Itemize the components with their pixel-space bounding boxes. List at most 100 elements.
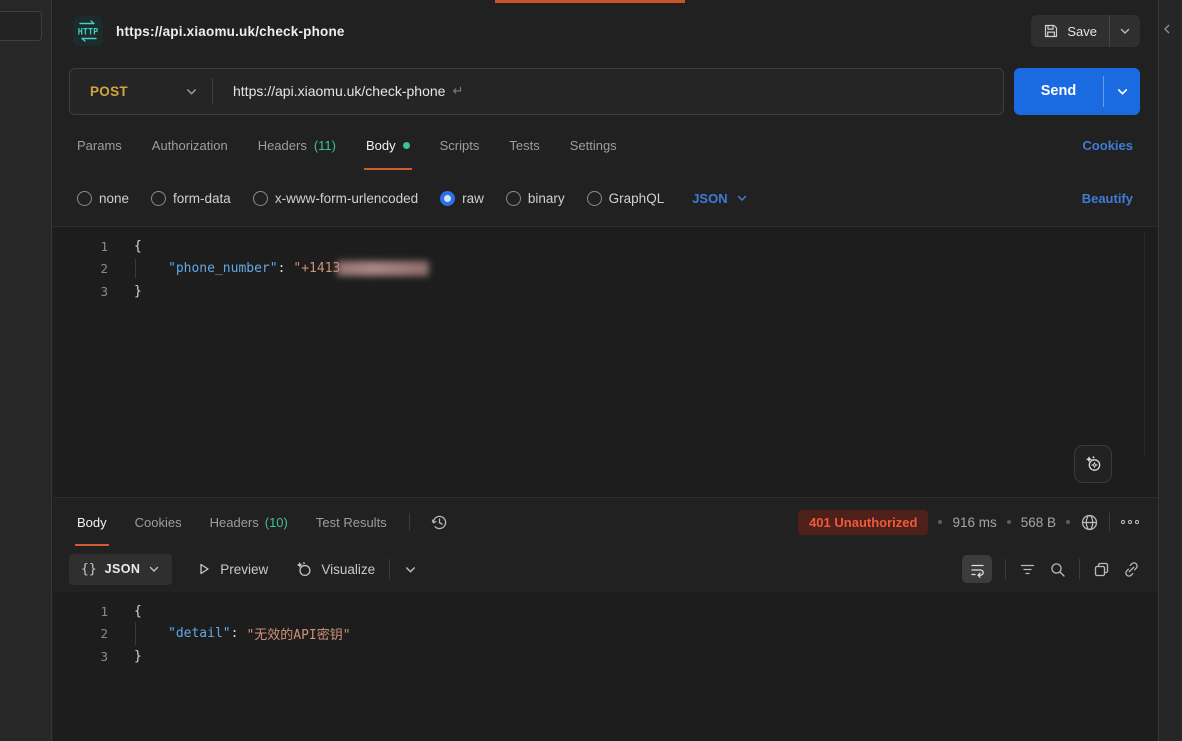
- tab-tests[interactable]: Tests: [509, 120, 539, 170]
- copy-response-button[interactable]: [1093, 561, 1110, 578]
- tab-params[interactable]: Params: [77, 120, 122, 170]
- json-value: "无效的API密钥": [246, 624, 350, 643]
- save-options-button[interactable]: [1110, 15, 1140, 47]
- tab-label: Cookies: [135, 515, 182, 530]
- url-input-box: POST https://api.xiaomu.uk/check-phone ↵: [69, 68, 1004, 115]
- mode-label: x-www-form-urlencoded: [275, 191, 418, 206]
- app-window: HTTP https://api.xiaomu.uk/check-phone S…: [0, 0, 1182, 741]
- tab-label: Body: [366, 138, 396, 153]
- tab-label: Authorization: [152, 138, 228, 153]
- meta-separator-dot: [1007, 520, 1011, 524]
- language-chevron-down-icon: [736, 192, 748, 204]
- filter-button[interactable]: [1019, 561, 1036, 578]
- mode-label: binary: [528, 191, 565, 206]
- http-request-icon: HTTP: [73, 16, 103, 46]
- tab-headers[interactable]: Headers(11): [258, 120, 336, 170]
- request-header: HTTP https://api.xiaomu.uk/check-phone S…: [53, 0, 1158, 62]
- response-body-editor[interactable]: 1 { 2 "detail":"无效的API密钥" 3 }: [53, 592, 1158, 741]
- postbot-sparkle-icon: [1083, 454, 1103, 474]
- line-number: 1: [53, 239, 108, 254]
- collapse-chevron-icon[interactable]: [1162, 24, 1172, 34]
- wrap-text-icon: [969, 561, 986, 578]
- tab-body[interactable]: Body: [366, 120, 410, 170]
- wrap-text-button[interactable]: [962, 555, 992, 583]
- collapse-response-view-button[interactable]: [404, 563, 417, 576]
- search-icon: [1049, 561, 1066, 578]
- tab-authorization[interactable]: Authorization: [152, 120, 228, 170]
- tab-label: Headers: [210, 515, 259, 530]
- send-button[interactable]: Send: [1014, 68, 1103, 115]
- brace-token: {: [134, 604, 142, 619]
- tab-scripts[interactable]: Scripts: [440, 120, 480, 170]
- response-more-options-button[interactable]: [1120, 518, 1140, 526]
- response-format-select[interactable]: {} JSON: [69, 554, 172, 585]
- right-sidebar[interactable]: [1158, 0, 1182, 741]
- enter-key-hint: ↵: [452, 83, 463, 99]
- colon-token: :: [278, 261, 286, 276]
- mode-label: none: [99, 191, 129, 206]
- code-line: 2 "phone_number":"+1413: [53, 258, 1158, 281]
- response-tab-headers[interactable]: Headers(10): [210, 498, 288, 546]
- response-tab-cookies[interactable]: Cookies: [135, 498, 182, 546]
- search-button[interactable]: [1049, 561, 1066, 578]
- network-info-button[interactable]: [1080, 513, 1099, 532]
- mode-binary[interactable]: binary: [506, 191, 565, 206]
- filter-icon: [1019, 561, 1036, 578]
- indent-guide: [135, 622, 136, 645]
- radio-icon: [253, 191, 268, 206]
- redacted-phone-number: [337, 261, 429, 276]
- radio-icon: [77, 191, 92, 206]
- response-tab-test-results[interactable]: Test Results: [316, 498, 387, 546]
- share-link-button[interactable]: [1123, 561, 1140, 578]
- colon-token: :: [231, 626, 239, 641]
- save-button[interactable]: Save: [1031, 15, 1109, 47]
- preview-button[interactable]: Preview: [196, 561, 268, 577]
- response-time[interactable]: 916 ms: [952, 515, 996, 530]
- request-title: https://api.xiaomu.uk/check-phone: [116, 24, 345, 39]
- request-tabs: Params Authorization Headers(11) Body Sc…: [53, 120, 1158, 170]
- response-history-button[interactable]: [430, 513, 449, 532]
- tab-settings[interactable]: Settings: [570, 120, 617, 170]
- left-sidebar[interactable]: [0, 0, 52, 741]
- request-body-editor[interactable]: 1 { 2 "phone_number":"+1413 3 }: [53, 226, 1158, 498]
- method-select[interactable]: POST: [70, 84, 212, 99]
- response-size[interactable]: 568 B: [1021, 515, 1056, 530]
- radio-icon: [151, 191, 166, 206]
- brace-token: }: [134, 284, 142, 299]
- tab-label: Body: [77, 515, 107, 530]
- cookies-link[interactable]: Cookies: [1082, 138, 1133, 153]
- method-chevron-down-icon: [185, 85, 198, 98]
- active-tab-indicator: [495, 0, 685, 3]
- indent-guide: [135, 259, 136, 278]
- mode-none[interactable]: none: [77, 191, 129, 206]
- mode-form-data[interactable]: form-data: [151, 191, 231, 206]
- send-options-button[interactable]: [1104, 68, 1140, 115]
- url-input[interactable]: https://api.xiaomu.uk/check-phone ↵: [213, 83, 463, 99]
- beautify-link[interactable]: Beautify: [1082, 191, 1133, 206]
- response-tabs-row: Body Cookies Headers(10) Test Results 40…: [53, 498, 1158, 546]
- toolbar-divider: [1005, 559, 1006, 579]
- postbot-button[interactable]: [1074, 445, 1112, 483]
- globe-icon: [1080, 513, 1099, 532]
- save-button-label: Save: [1067, 24, 1097, 39]
- visualize-sparkle-icon: [294, 560, 313, 579]
- response-tab-body[interactable]: Body: [77, 498, 107, 546]
- sidebar-tab-outline[interactable]: [0, 11, 42, 41]
- tab-headers-count: (11): [314, 138, 336, 153]
- status-badge[interactable]: 401 Unauthorized: [798, 510, 928, 535]
- response-toolbar: {} JSON Preview Visualize: [53, 546, 1158, 592]
- mode-raw[interactable]: raw: [440, 191, 484, 206]
- mode-graphql[interactable]: GraphQL: [587, 191, 665, 206]
- visualize-label: Visualize: [321, 562, 375, 577]
- code-line: 3 }: [53, 280, 1158, 303]
- visualize-button[interactable]: Visualize: [294, 560, 375, 579]
- response-meta: 401 Unauthorized 916 ms 568 B: [798, 510, 1140, 535]
- mode-x-www-form-urlencoded[interactable]: x-www-form-urlencoded: [253, 191, 418, 206]
- raw-language-select[interactable]: JSON: [692, 191, 747, 206]
- tab-label: Scripts: [440, 138, 480, 153]
- brace-token: }: [134, 649, 142, 664]
- radio-icon: [587, 191, 602, 206]
- copy-icon: [1093, 561, 1110, 578]
- json-value: "+1413: [293, 261, 340, 276]
- code-line: 3 }: [53, 645, 1158, 668]
